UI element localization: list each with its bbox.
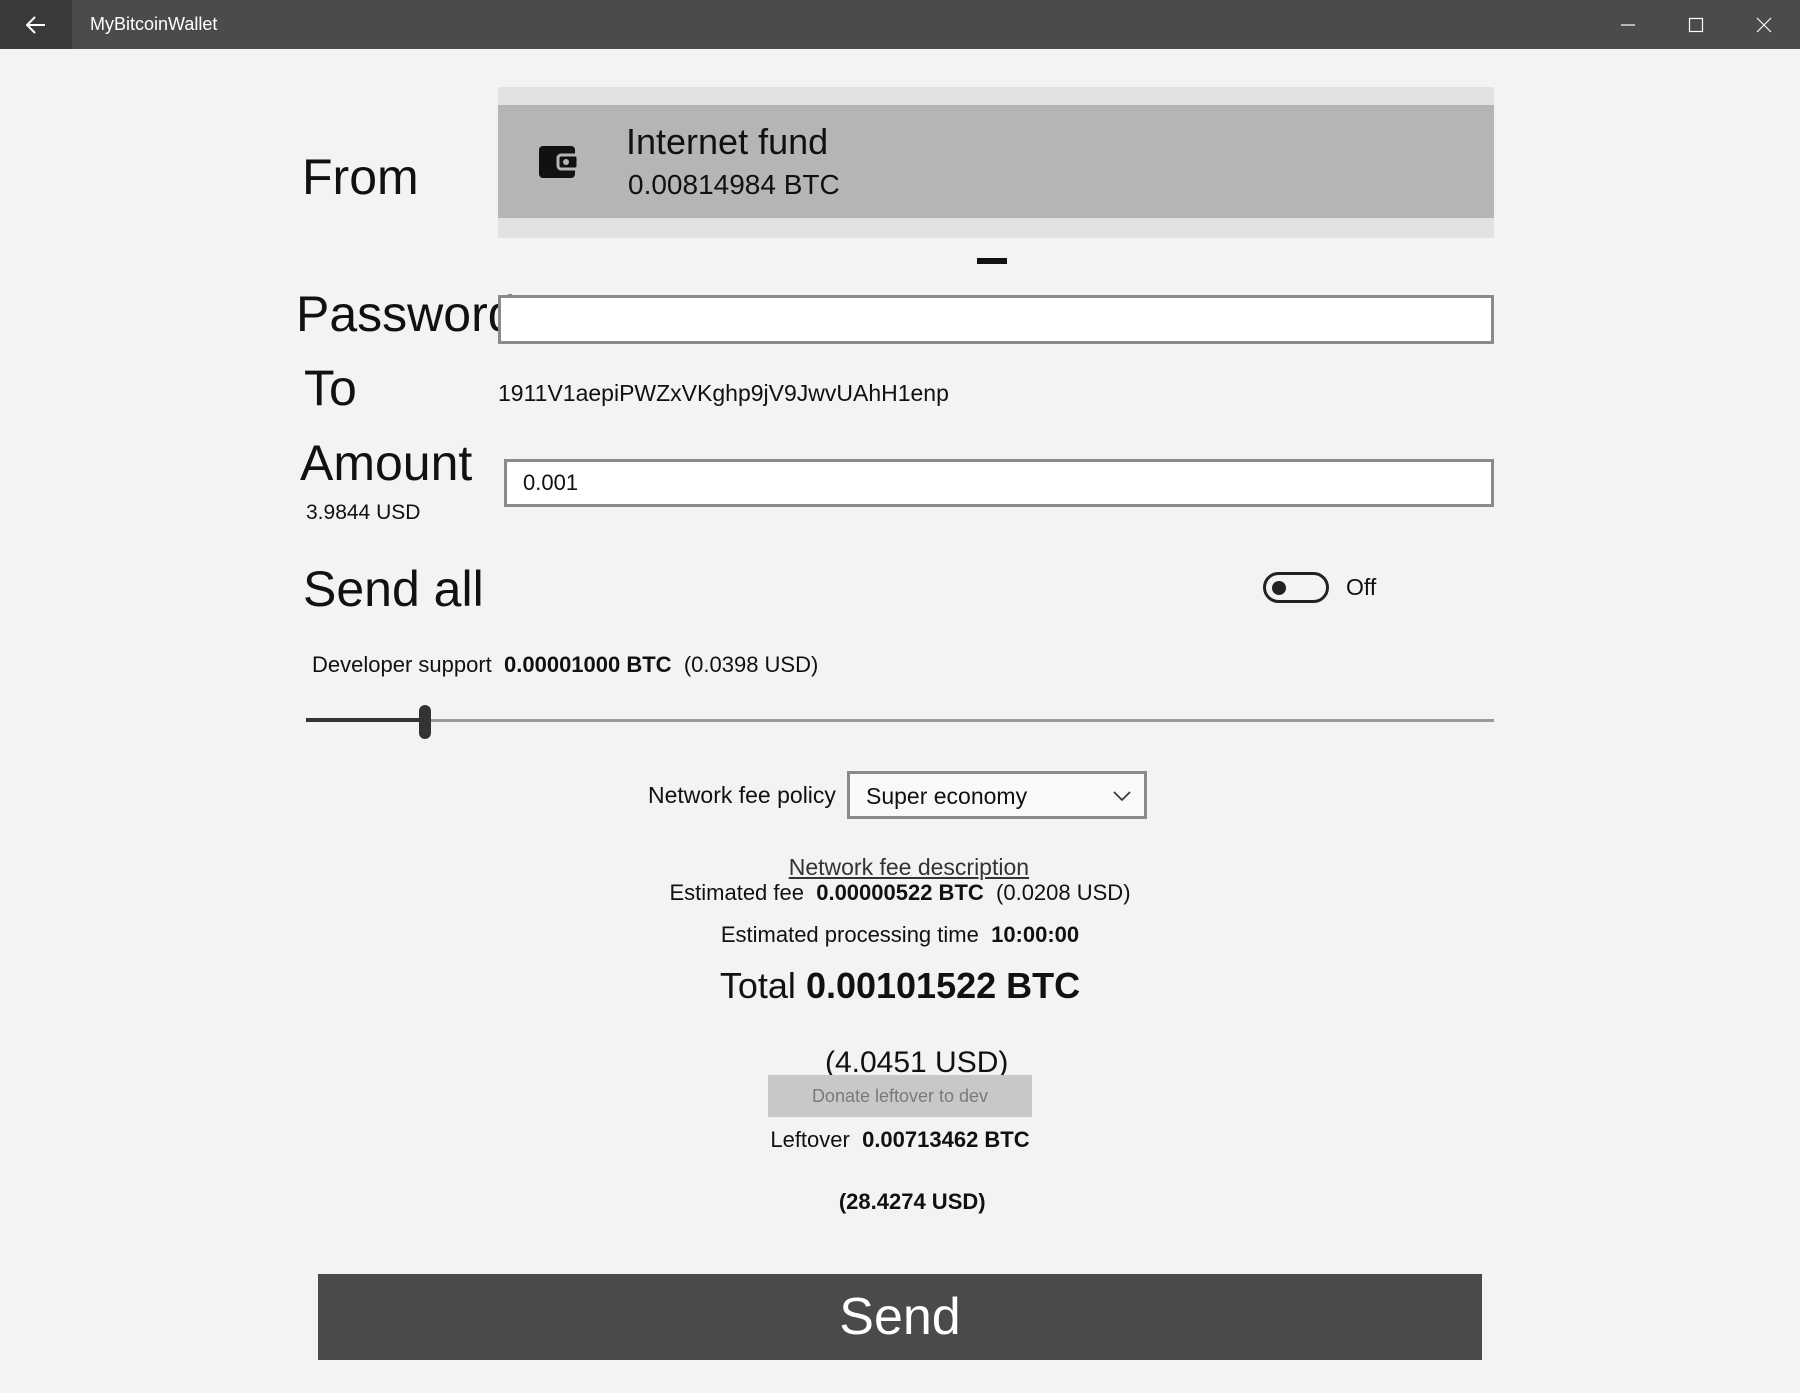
account-name: Internet fund (626, 121, 829, 162)
leftover-btc: 0.00713462 BTC (862, 1127, 1030, 1152)
account-balance: 0.00814984 BTC (628, 169, 840, 200)
app-title: MyBitcoinWallet (90, 14, 218, 34)
total-btc: 0.00101522 BTC (805, 965, 1081, 1006)
developer-support-slider[interactable] (306, 719, 1494, 722)
developer-support-label: Developer support (312, 652, 492, 677)
processing-time-label: Estimated processing time (720, 922, 979, 947)
network-fee-policy-value: Super economy (866, 783, 1028, 809)
from-account-selector[interactable]: Internet fund 0.00814984 BTC (498, 87, 1494, 238)
leftover-usd: (28.4274 USD) (838, 1189, 986, 1214)
estimated-fee-label: Estimated fee (669, 880, 804, 905)
send-all-state: Off (1346, 574, 1377, 600)
leftover-row: Leftover 0.00713462 BTC (0, 1127, 1800, 1153)
total-row: Total 0.00101522 BTC (0, 965, 1800, 1007)
minimize-icon (1621, 23, 1635, 26)
total-label: Total (719, 965, 796, 1006)
slider-thumb[interactable] (418, 705, 431, 739)
amount-usd: 3.9844 USD (306, 501, 421, 524)
from-label: From (302, 149, 419, 205)
amount-label: Amount (300, 435, 473, 491)
back-button[interactable] (0, 0, 72, 49)
processing-time-value: 10:00:00 (991, 922, 1080, 947)
maximize-icon (1688, 17, 1704, 32)
close-icon (1756, 17, 1772, 32)
toggle-knob (1272, 581, 1286, 595)
send-page: From Internet fund 0.00814984 BTC Passwo… (0, 49, 1800, 1393)
close-button[interactable] (1730, 0, 1798, 49)
back-arrow-icon (26, 15, 45, 34)
page-indicator[interactable] (977, 258, 1007, 264)
to-address: 1911V1aepiPWZxVKghp9jV9JwvUAhH1enp (498, 380, 949, 406)
developer-support-usd: (0.0398 USD) (683, 652, 819, 677)
send-all-label: Send all (303, 561, 484, 617)
maximize-button[interactable] (1662, 0, 1730, 49)
send-button[interactable]: Send (318, 1274, 1482, 1360)
minimize-button[interactable] (1594, 0, 1662, 49)
estimated-fee-usd: (0.0208 USD) (996, 880, 1131, 905)
send-all-toggle[interactable] (1263, 572, 1329, 603)
password-label: Password (296, 286, 516, 342)
password-field[interactable] (498, 295, 1494, 344)
estimated-fee-row: Estimated fee 0.00000522 BTC (0.0208 USD… (0, 880, 1800, 906)
to-label: To (304, 360, 357, 416)
developer-support-line: Developer support 0.00001000 BTC (0.0398… (312, 652, 818, 678)
processing-time-row: Estimated processing time 10:00:00 (0, 922, 1800, 948)
leftover-usd-row: (28.4274 USD) (0, 1163, 1800, 1241)
estimated-fee-btc: 0.00000522 BTC (816, 880, 984, 905)
slider-fill (306, 718, 425, 722)
donate-leftover-button[interactable]: Donate leftover to dev (768, 1075, 1032, 1117)
developer-support-btc: 0.00001000 BTC (504, 652, 672, 677)
chevron-down-icon (1113, 791, 1131, 802)
wallet-icon (539, 146, 578, 178)
network-fee-policy-dropdown[interactable]: Super economy (847, 771, 1147, 819)
title-bar: MyBitcoinWallet (0, 0, 1800, 49)
network-fee-policy-label: Network fee policy (648, 782, 836, 808)
amount-field[interactable] (504, 459, 1494, 507)
selected-account-card[interactable]: Internet fund 0.00814984 BTC (498, 105, 1494, 218)
leftover-label: Leftover (770, 1127, 850, 1152)
network-fee-description-link[interactable]: Network fee description (789, 854, 1029, 880)
